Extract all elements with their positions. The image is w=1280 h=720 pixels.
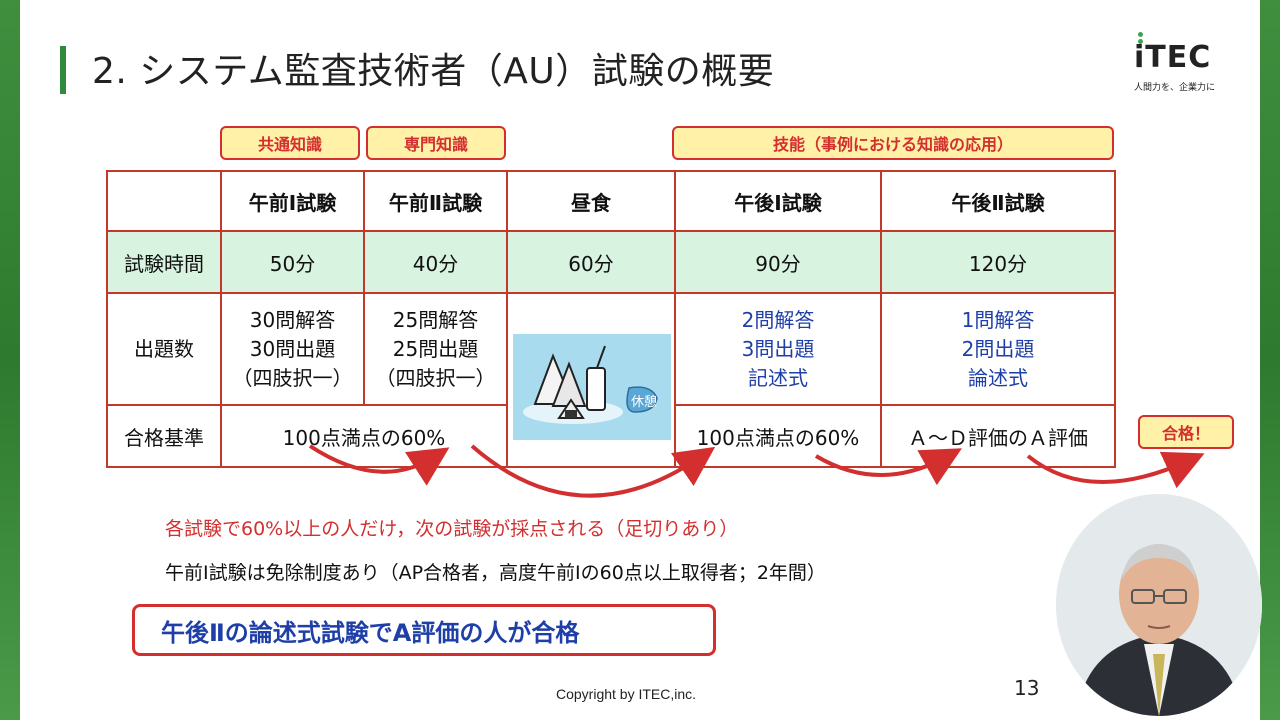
header-cell (106, 170, 222, 232)
exemption-note: 午前Ⅰ試験は免除制度あり（AP合格者，高度午前Ⅰの60点以上取得者；2年間） (165, 562, 826, 584)
rest-badge-text: 休憩 (631, 394, 657, 410)
count-pm1: 2問解答 3問出題 記述式 (674, 292, 882, 406)
count-pm2: 1問解答 2問出題 論述式 (880, 292, 1116, 406)
header-pm2: 午後Ⅱ試験 (880, 170, 1116, 232)
logo-subtitle: 人間力を、企業力に (1134, 83, 1216, 93)
count-line: 30問出題 (249, 336, 336, 361)
tag-skill: 技能（事例における知識の応用） (672, 126, 1114, 160)
count-am1: 30問解答 30問出題 （四肢択一） (220, 292, 365, 406)
time-row: 試験時間 50分 40分 60分 90分 120分 (106, 230, 1116, 294)
count-line: 2問解答 (741, 307, 815, 332)
right-green-edge (1260, 0, 1280, 720)
logo-text: iTEC (1134, 40, 1212, 75)
count-line: 30問解答 (249, 307, 336, 332)
count-line: 記述式 (748, 365, 808, 390)
pass-pm2: Ａ～Ｄ評価のＡ評価 (880, 404, 1116, 468)
count-line: 25問解答 (392, 307, 479, 332)
copyright: Copyright by ITEC,inc. (556, 686, 697, 702)
count-line: 論述式 (968, 365, 1028, 390)
pass-condition-callout: 午後Ⅱの論述式試験でA評価の人が合格 (132, 604, 716, 656)
tag-specialized-knowledge: 専門知識 (366, 126, 506, 160)
presenter-webcam (1056, 494, 1262, 716)
title-accent-bar (60, 46, 66, 94)
itec-logo: iTEC 人間力を、企業力に (1134, 32, 1234, 102)
time-lunch: 60分 (506, 230, 676, 294)
lunch-illustration: 休憩 (513, 334, 671, 440)
tag-common-knowledge: 共通知識 (220, 126, 360, 160)
pass-tag: 合格！ (1138, 415, 1234, 449)
count-line: 1問解答 (961, 307, 1035, 332)
left-green-edge (0, 0, 20, 720)
count-line: （四肢択一） (232, 365, 353, 390)
cutoff-note: 各試験で60%以上の人だけ，次の試験が採点される（足切りあり） (165, 518, 739, 540)
count-line: 25問出題 (392, 336, 479, 361)
page-number: 13 (1014, 676, 1040, 700)
count-line: 3問出題 (741, 336, 815, 361)
header-am1: 午前Ⅰ試験 (220, 170, 365, 232)
row-label-pass: 合格基準 (106, 404, 222, 468)
slide-title: 2. システム監査技術者（AU）試験の概要 (92, 51, 775, 92)
time-am2: 40分 (363, 230, 508, 294)
table-header-row: 午前Ⅰ試験 午前Ⅱ試験 昼食 午後Ⅰ試験 午後Ⅱ試験 (106, 170, 1116, 232)
count-am2: 25問解答 25問出題 （四肢択一） (363, 292, 508, 406)
count-line: （四肢択一） (375, 365, 496, 390)
pass-am: 100点満点の60% (220, 404, 508, 468)
row-label-count: 出題数 (106, 292, 222, 406)
header-pm1: 午後Ⅰ試験 (674, 170, 882, 232)
pass-pm1: 100点満点の60% (674, 404, 882, 468)
slide: 2. システム監査技術者（AU）試験の概要 iTEC 人間力を、企業力に 共通知… (20, 0, 1262, 720)
time-pm2: 120分 (880, 230, 1116, 294)
count-line: 2問出題 (961, 336, 1035, 361)
time-pm1: 90分 (674, 230, 882, 294)
header-am2: 午前Ⅱ試験 (363, 170, 508, 232)
header-lunch: 昼食 (506, 170, 676, 232)
time-am1: 50分 (220, 230, 365, 294)
row-label-time: 試験時間 (106, 230, 222, 294)
cup-icon (586, 367, 606, 411)
